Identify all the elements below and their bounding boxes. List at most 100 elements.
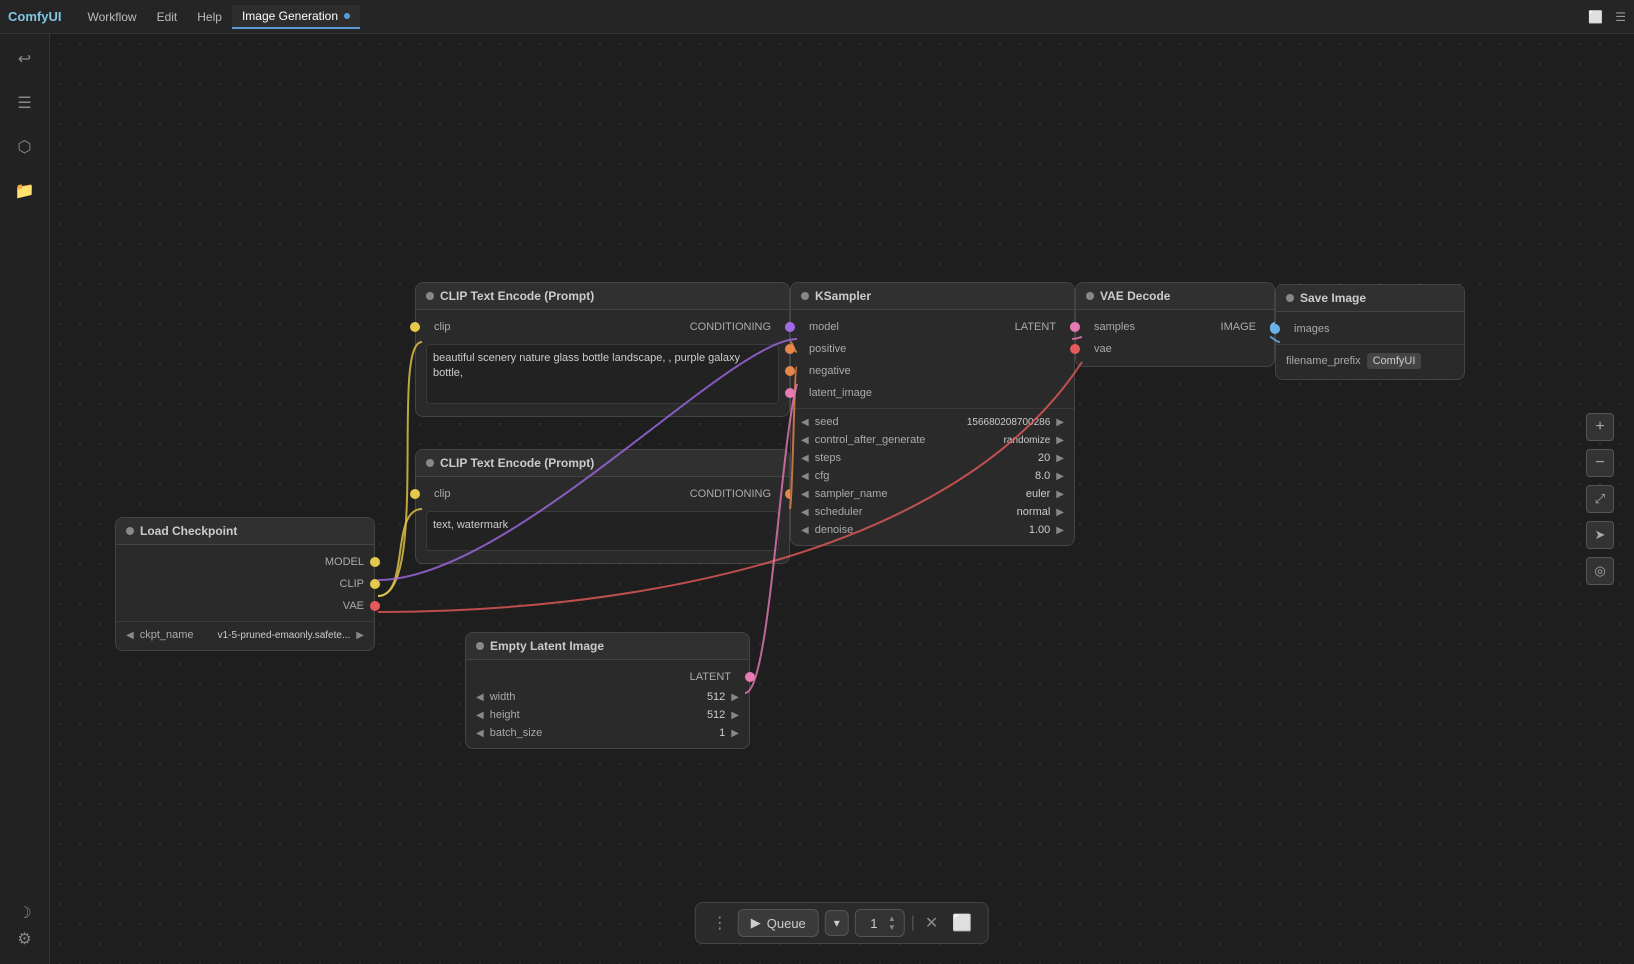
clip-in-port[interactable]	[410, 322, 420, 332]
negative-in-port[interactable]	[785, 366, 795, 376]
clip-neg-in-port[interactable]	[410, 489, 420, 499]
clip-pos-title: CLIP Text Encode (Prompt)	[440, 289, 594, 303]
seed-prev[interactable]: ◀	[799, 417, 811, 428]
queue-button[interactable]: ▶ Queue	[738, 909, 819, 937]
sidebar-history-icon[interactable]: ↩	[12, 46, 38, 72]
model-in-port[interactable]	[785, 322, 795, 332]
ckpt-next[interactable]: ▶	[354, 630, 366, 641]
count-down-arrow[interactable]: ▼	[888, 923, 896, 932]
canvas[interactable]: Load Checkpoint MODEL CLIP VAE ◀ ckpt_na…	[50, 34, 1634, 964]
tab-indicator	[344, 13, 350, 19]
scheduler-next[interactable]: ▶	[1054, 507, 1066, 518]
count-value: 1	[864, 916, 884, 931]
images-in-port[interactable]	[1270, 324, 1280, 334]
toolbar-stop-icon[interactable]: ⬜	[948, 911, 976, 935]
denoise-next[interactable]: ▶	[1054, 525, 1066, 536]
queue-dropdown-btn[interactable]: ▾	[825, 910, 849, 936]
sidebar-darkmode-icon[interactable]: ☽	[12, 900, 38, 926]
clip-neg-in-label: clip	[434, 488, 451, 500]
window-icon[interactable]: ⬜	[1588, 10, 1603, 24]
ksampler-header[interactable]: KSampler	[791, 283, 1074, 310]
clip-neg-text[interactable]: text, watermark	[426, 511, 779, 551]
reset-view-btn[interactable]: ◎	[1586, 557, 1614, 585]
sidebar-nodes-icon[interactable]: ☰	[12, 90, 38, 116]
latent-out-port[interactable]	[745, 672, 755, 682]
clip-neg-body: clip CONDITIONING text, watermark	[416, 477, 789, 563]
clip-pos-header[interactable]: CLIP Text Encode (Prompt)	[416, 283, 789, 310]
model-label: MODEL	[325, 556, 364, 568]
ckpt-prev[interactable]: ◀	[124, 630, 136, 641]
empty-latent-body: LATENT ◀ width 512 ▶ ◀ height 512 ▶ ◀ ba…	[466, 660, 749, 748]
width-prev[interactable]: ◀	[474, 692, 486, 703]
menu-edit[interactable]: Edit	[147, 6, 188, 28]
zoom-controls: + − ⤢ ➤ ◎	[1586, 413, 1614, 585]
vae-label: VAE	[343, 600, 364, 612]
batch-next[interactable]: ▶	[729, 728, 741, 739]
vae-decode-title: VAE Decode	[1100, 289, 1170, 303]
vae-decode-header[interactable]: VAE Decode	[1076, 283, 1274, 310]
latent-out-row: LATENT	[466, 666, 749, 688]
zoom-out-btn[interactable]: −	[1586, 449, 1614, 477]
vae-in-port[interactable]	[1070, 344, 1080, 354]
menu-workflow[interactable]: Workflow	[77, 6, 146, 28]
sampler-prev[interactable]: ◀	[799, 489, 811, 500]
control-row: ◀ control_after_generate randomize ▶	[791, 431, 1074, 449]
toolbar-dots-icon[interactable]: ⋮	[708, 911, 732, 935]
batch-row: ◀ batch_size 1 ▶	[466, 724, 749, 742]
negative-in-label: negative	[809, 365, 851, 377]
sidebar-settings-icon[interactable]: ⚙	[12, 926, 38, 952]
zoom-in-btn[interactable]: +	[1586, 413, 1614, 441]
ksampler-body: model LATENT positive negative latent_im…	[791, 310, 1074, 545]
vae-port[interactable]	[370, 601, 380, 611]
save-image-header[interactable]: Save Image	[1276, 285, 1464, 312]
batch-prev[interactable]: ◀	[474, 728, 486, 739]
vae-row: vae	[1076, 338, 1274, 360]
cfg-next[interactable]: ▶	[1054, 471, 1066, 482]
denoise-row: ◀ denoise 1.00 ▶	[791, 521, 1074, 539]
filename-prefix-value[interactable]: ComfyUI	[1367, 353, 1422, 369]
clip-neg-header[interactable]: CLIP Text Encode (Prompt)	[416, 450, 789, 477]
save-image-title: Save Image	[1300, 291, 1366, 305]
navigate-btn[interactable]: ➤	[1586, 521, 1614, 549]
fit-btn[interactable]: ⤢	[1586, 485, 1614, 513]
latent-in-port[interactable]	[785, 388, 795, 398]
load-checkpoint-node: Load Checkpoint MODEL CLIP VAE ◀ ckpt_na…	[115, 517, 375, 651]
ckpt-value: v1-5-pruned-emaonly.safete...	[218, 630, 351, 641]
positive-in-label: positive	[809, 343, 846, 355]
count-up-arrow[interactable]: ▲	[888, 914, 896, 923]
load-checkpoint-body: MODEL CLIP VAE ◀ ckpt_name v1-5-pruned-e…	[116, 545, 374, 650]
height-prev[interactable]: ◀	[474, 710, 486, 721]
menu-help[interactable]: Help	[187, 6, 232, 28]
load-checkpoint-header[interactable]: Load Checkpoint	[116, 518, 374, 545]
empty-latent-header[interactable]: Empty Latent Image	[466, 633, 749, 660]
model-port[interactable]	[370, 557, 380, 567]
steps-prev[interactable]: ◀	[799, 453, 811, 464]
clip-text-encode-neg-node: CLIP Text Encode (Prompt) clip CONDITION…	[415, 449, 790, 564]
control-prev[interactable]: ◀	[799, 435, 811, 446]
cfg-prev[interactable]: ◀	[799, 471, 811, 482]
width-label: width	[490, 691, 682, 703]
clip-pos-text[interactable]: beautiful scenery nature glass bottle la…	[426, 344, 779, 404]
steps-next[interactable]: ▶	[1054, 453, 1066, 464]
steps-value: 20	[1010, 452, 1050, 464]
control-next[interactable]: ▶	[1054, 435, 1066, 446]
toolbar-clear-icon[interactable]: ✕	[921, 911, 942, 935]
clip-port[interactable]	[370, 579, 380, 589]
width-next[interactable]: ▶	[729, 692, 741, 703]
filename-prefix-row: filename_prefix ComfyUI	[1276, 349, 1464, 373]
sidebar-folder-icon[interactable]: 📁	[12, 178, 38, 204]
scheduler-row: ◀ scheduler normal ▶	[791, 503, 1074, 521]
denoise-prev[interactable]: ◀	[799, 525, 811, 536]
seed-next[interactable]: ▶	[1054, 417, 1066, 428]
positive-in-port[interactable]	[785, 344, 795, 354]
sidebar-3d-icon[interactable]: ⬡	[12, 134, 38, 160]
sampler-next[interactable]: ▶	[1054, 489, 1066, 500]
samples-in-port[interactable]	[1070, 322, 1080, 332]
seed-value: 156680208700286	[967, 417, 1050, 428]
active-tab[interactable]: Image Generation	[232, 5, 360, 29]
scheduler-prev[interactable]: ◀	[799, 507, 811, 518]
height-next[interactable]: ▶	[729, 710, 741, 721]
menu-icon[interactable]: ☰	[1615, 10, 1626, 24]
samples-row: samples IMAGE	[1076, 316, 1274, 338]
count-arrows[interactable]: ▲ ▼	[888, 914, 896, 932]
